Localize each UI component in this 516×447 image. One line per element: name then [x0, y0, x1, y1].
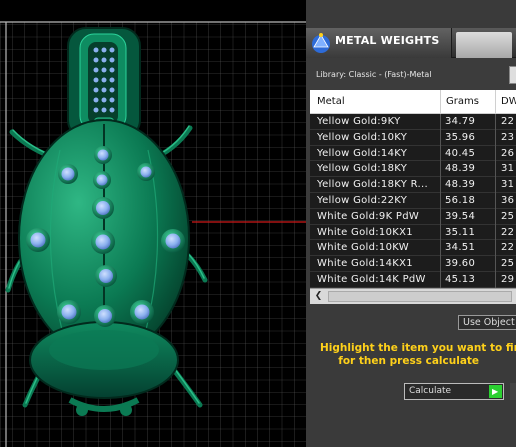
app-window: METAL WEIGHTS Library: Classic - (Fast)-… [0, 0, 516, 447]
dwt-cell: 31 [501, 163, 515, 175]
cell-separator [495, 114, 496, 130]
table-row[interactable]: Yellow Gold:22KY 56.18 36 [310, 193, 516, 209]
cell-separator [440, 240, 441, 257]
metal-weights-app-icon [312, 33, 330, 53]
cell-separator [495, 240, 496, 257]
grams-cell: 48.39 [445, 179, 476, 191]
table-row[interactable]: Yellow Gold:18KY 48.39 31 [310, 161, 516, 178]
dwt-cell: 22 [501, 226, 515, 238]
table-body: Yellow Gold:9KY 34.79 22 Yellow Gold:10KY 35… [310, 114, 516, 288]
cell-separator [440, 224, 441, 241]
cell-separator [495, 256, 496, 273]
column-header-metal[interactable]: Metal [317, 96, 345, 107]
metal-cell: Yellow Gold:18KY R... [317, 179, 428, 191]
grams-cell: 40.45 [445, 147, 476, 159]
grams-cell: 39.54 [445, 210, 476, 222]
calculate-side-strip [510, 383, 516, 400]
metal-cell: White Gold:10KW [317, 242, 409, 254]
cell-separator [440, 272, 441, 288]
table-row[interactable]: Yellow Gold:18KY R... 48.39 31 [310, 177, 516, 194]
cell-separator [440, 129, 441, 146]
table-row[interactable]: Yellow Gold:14KY 40.45 26 [310, 145, 516, 162]
cell-separator [495, 161, 496, 178]
3d-viewport[interactable] [0, 0, 306, 447]
table-row[interactable]: White Gold:14K PdW 45.13 29 [310, 272, 516, 288]
cell-separator [440, 193, 441, 209]
metal-weights-panel: METAL WEIGHTS Library: Classic - (Fast)-… [306, 0, 516, 447]
library-picker-button[interactable] [509, 66, 516, 84]
panel-tab-metal-weights[interactable]: METAL WEIGHTS [306, 28, 452, 58]
viewport-grid [0, 21, 306, 447]
dwt-cell: 31 [501, 179, 515, 191]
grams-cell: 45.13 [445, 274, 476, 285]
dwt-cell: 25 [501, 210, 515, 222]
dwt-cell: 22 [501, 242, 515, 254]
calculate-button[interactable]: Calculate ▶ [404, 383, 504, 400]
table-row[interactable]: White Gold:14KX1 39.60 25 [310, 256, 516, 273]
scroll-left-icon[interactable]: ❮ [312, 290, 325, 303]
panel-tab-secondary[interactable] [456, 32, 512, 58]
table-row[interactable]: Yellow Gold:10KY 35.96 23 [310, 129, 516, 146]
grams-cell: 34.79 [445, 116, 476, 127]
cell-separator [495, 129, 496, 146]
panel-title: METAL WEIGHTS [335, 34, 440, 47]
cell-separator [495, 224, 496, 241]
metal-cell: Yellow Gold:14KY [317, 147, 408, 159]
grams-cell: 34.51 [445, 242, 476, 254]
metal-cell: Yellow Gold:10KY [317, 131, 408, 143]
dwt-cell: 22 [501, 116, 515, 127]
cell-separator [495, 145, 496, 162]
grams-cell: 35.11 [445, 226, 476, 238]
metal-cell: White Gold:14K PdW [317, 274, 426, 285]
use-object-label: Use Object [463, 317, 515, 328]
dwt-cell: 23 [501, 131, 515, 143]
use-object-button[interactable]: Use Object [458, 315, 516, 330]
metal-cell: White Gold:14KX1 [317, 258, 413, 270]
grams-cell: 48.39 [445, 163, 476, 175]
calculate-label: Calculate [409, 386, 452, 396]
cell-separator [440, 208, 441, 225]
panel-title-bar: METAL WEIGHTS [306, 28, 516, 58]
scrollbar-thumb[interactable] [328, 291, 512, 302]
horizontal-scrollbar[interactable]: ❮ [310, 288, 516, 304]
dwt-cell: 26 [501, 147, 515, 159]
library-label: Library: Classic - (Fast)-Metal [316, 70, 432, 79]
metal-cell: White Gold:10KX1 [317, 226, 413, 238]
dwt-cell: 25 [501, 258, 515, 270]
dwt-cell: 29 [501, 274, 515, 285]
grams-cell: 35.96 [445, 131, 476, 143]
table-row[interactable]: White Gold:10KW 34.51 22 [310, 240, 516, 257]
metal-cell: Yellow Gold:9KY [317, 116, 401, 127]
table-header: Metal Grams DW [310, 90, 516, 114]
instructions-text: Highlight the item you want to find for … [320, 342, 516, 367]
cell-separator [495, 208, 496, 225]
cell-separator [440, 177, 441, 194]
grams-cell: 39.60 [445, 258, 476, 270]
cell-separator [495, 177, 496, 194]
column-header-grams[interactable]: Grams [446, 96, 479, 107]
grams-cell: 56.18 [445, 195, 476, 206]
metal-cell: White Gold:9K PdW [317, 210, 420, 222]
library-row: Library: Classic - (Fast)-Metal [306, 58, 516, 90]
metal-weights-table: Metal Grams DW Yellow Gold:9KY 34.79 22 Yel… [310, 90, 516, 304]
table-row[interactable]: White Gold:9K PdW 39.54 25 [310, 208, 516, 225]
cell-separator [440, 256, 441, 273]
cell-separator [440, 145, 441, 162]
play-arrow-icon[interactable]: ▶ [489, 385, 502, 398]
cell-separator [495, 193, 496, 209]
cell-separator [495, 272, 496, 288]
metal-cell: Yellow Gold:18KY [317, 163, 408, 175]
column-header-dwt[interactable]: DW [501, 96, 516, 107]
table-row[interactable]: White Gold:10KX1 35.11 22 [310, 224, 516, 241]
table-row[interactable]: Yellow Gold:9KY 34.79 22 [310, 114, 516, 130]
cell-separator [440, 114, 441, 130]
dwt-cell: 36 [501, 195, 515, 206]
cell-separator [440, 161, 441, 178]
metal-cell: Yellow Gold:22KY [317, 195, 408, 206]
